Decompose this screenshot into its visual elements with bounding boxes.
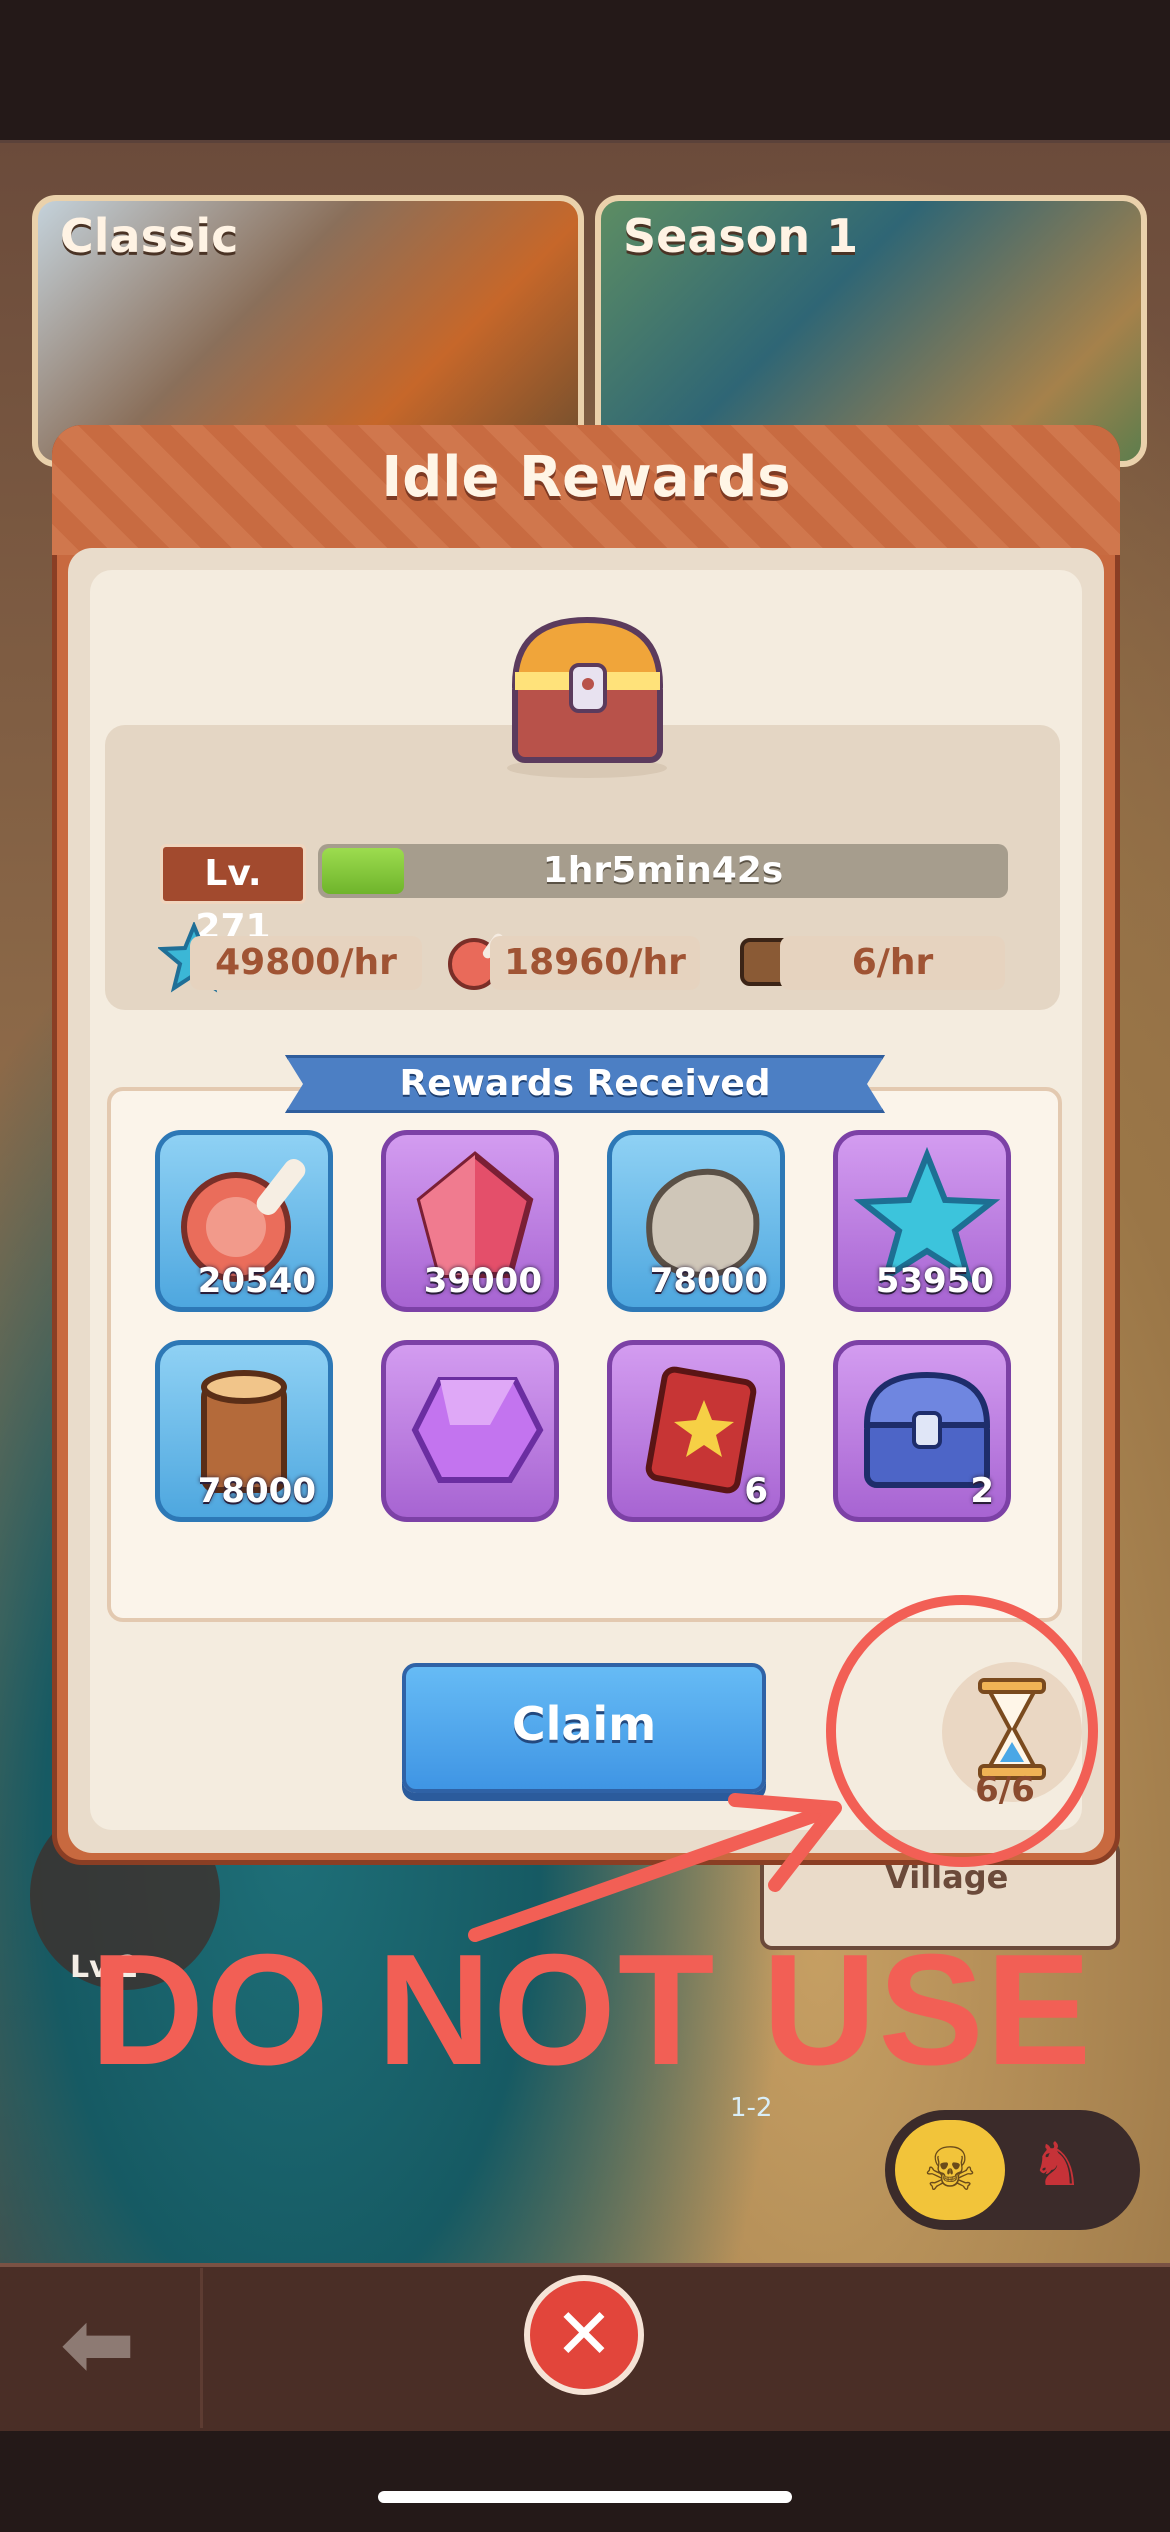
back-arrow-icon[interactable]: ⬅ (60, 2300, 180, 2390)
reward-qty: 53950 (875, 1261, 994, 1301)
warning-annotation: DO NOT USE (90, 1922, 1094, 2098)
reward-qty: 20540 (197, 1261, 316, 1301)
reward-tile-stone[interactable]: 78000 (607, 1130, 785, 1312)
reward-qty: 39000 (423, 1261, 542, 1301)
reward-qty: 6 (744, 1471, 768, 1511)
reward-qty: 2 (970, 1471, 994, 1511)
idle-timer-text: 1hr5min42s (542, 850, 784, 891)
rate-value: 49800/hr (190, 936, 422, 990)
reward-tile-star[interactable]: 53950 (833, 1130, 1011, 1312)
reward-tile-blue-chest[interactable]: 2 (833, 1340, 1011, 1522)
reward-qty: 78000 (649, 1261, 768, 1301)
home-indicator-area (0, 2431, 1170, 2532)
dialog-title: Idle Rewards (381, 445, 791, 510)
skull-icon[interactable]: ☠ (895, 2120, 1005, 2220)
mode-card-title: Classic (60, 209, 239, 263)
rate-value: 18960/hr (490, 936, 700, 990)
rate-value: 6/hr (780, 936, 1005, 990)
treasure-chest-icon (507, 616, 667, 778)
demon-icon[interactable]: ♞ (1030, 2130, 1084, 2200)
reward-tile-meat[interactable]: 20540 (155, 1130, 333, 1312)
nav-divider (200, 2268, 203, 2428)
reward-qty: 78000 (197, 1471, 316, 1511)
reward-tile-ruby[interactable]: 39000 (381, 1130, 559, 1312)
close-icon[interactable]: ✕ (524, 2275, 644, 2395)
annotation-circle (826, 1595, 1098, 1867)
reward-tile-spellbook[interactable]: 6 (607, 1340, 785, 1522)
home-indicator[interactable] (378, 2491, 792, 2503)
mode-card-title: Season 1 (623, 209, 859, 263)
claim-button-label: Claim (511, 1697, 657, 1751)
top-status-bar (0, 0, 1170, 143)
level-badge: Lv. 271 (160, 844, 306, 948)
reward-tile-wood[interactable]: 78000 (155, 1340, 333, 1522)
rewards-header: Rewards Received (399, 1063, 771, 1104)
purple-crystal-icon (411, 1377, 544, 1483)
reward-tile-crystal[interactable] (381, 1340, 559, 1522)
